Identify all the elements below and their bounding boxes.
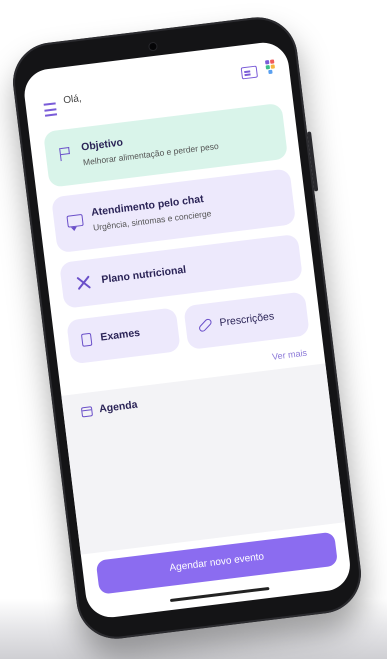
objective-title: Objetivo bbox=[80, 136, 124, 154]
cutlery-icon bbox=[75, 274, 92, 291]
pill-icon bbox=[197, 317, 213, 334]
nutrition-title: Plano nutricional bbox=[100, 263, 187, 287]
agenda-section: Agenda bbox=[61, 363, 345, 555]
id-card-icon[interactable] bbox=[240, 65, 258, 80]
agenda-title: Agenda bbox=[98, 398, 139, 416]
app-screen: Olá, Objetivo Melhorar alimentação e per… bbox=[21, 39, 353, 621]
product-mockup: Olá, Objetivo Melhorar alimentação e per… bbox=[0, 0, 387, 659]
greeting-text: Olá, bbox=[62, 93, 83, 107]
menu-icon[interactable] bbox=[43, 102, 58, 117]
document-icon bbox=[80, 332, 93, 347]
exams-title: Exames bbox=[99, 326, 141, 344]
home-indicator bbox=[169, 586, 270, 603]
front-camera bbox=[149, 42, 157, 51]
calendar-icon bbox=[80, 406, 94, 418]
prescriptions-title: Prescrições bbox=[218, 310, 275, 329]
phone-device: Olá, Objetivo Melhorar alimentação e per… bbox=[8, 12, 366, 644]
side-button bbox=[306, 131, 319, 192]
see-more-link[interactable]: Ver mais bbox=[272, 348, 308, 362]
brand-logo bbox=[264, 59, 276, 75]
chat-icon bbox=[66, 213, 84, 228]
exams-card[interactable]: Exames bbox=[66, 307, 181, 365]
flag-icon bbox=[59, 146, 72, 162]
prescriptions-card[interactable]: Prescrições bbox=[183, 291, 310, 350]
